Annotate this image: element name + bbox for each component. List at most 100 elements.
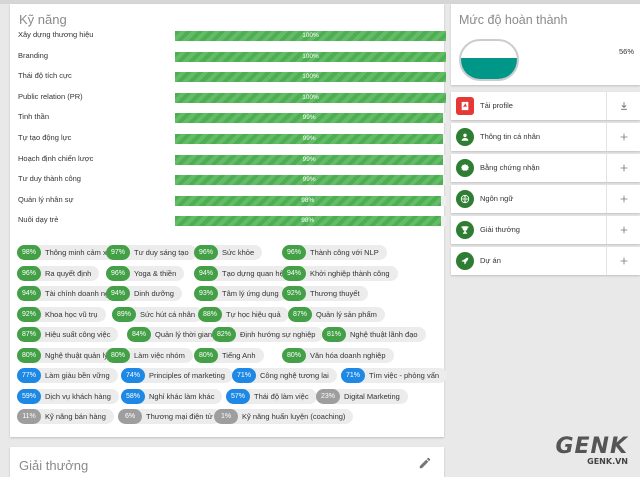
skill-chip[interactable]: 94% Khởi nghiệp thành công — [282, 265, 398, 281]
skill-chip-percent: 80% — [282, 347, 306, 363]
skill-chip-percent: 96% — [17, 265, 41, 281]
skill-chip[interactable]: 87% Quản lý sản phẩm — [288, 306, 385, 322]
skill-chip[interactable]: 80% Văn hóa doanh nghiệp — [282, 347, 394, 363]
plus-icon[interactable] — [607, 247, 640, 275]
skill-bar-label: Nuôi dạy trẻ — [18, 215, 59, 225]
skill-chip[interactable]: 84% Quản lý thời gian — [127, 327, 221, 342]
skill-bar-fill: 100% — [175, 31, 446, 41]
chip-row: 11% Kỹ năng bán hàng 6% Thương mại điện tử 1… — [17, 408, 443, 429]
skill-bar-value: 100% — [302, 93, 319, 101]
skill-bar-label: Quản lý nhân sự — [18, 194, 74, 204]
skill-bar-value: 98% — [301, 217, 315, 225]
skill-chip-label: Tự học hiệu quả — [226, 309, 281, 319]
skill-chip-label: Hiệu suất công việc — [45, 330, 111, 339]
skill-chip-label: Thành công với NLP — [310, 248, 379, 257]
skill-chip-percent: 71% — [341, 368, 365, 383]
skill-chip[interactable]: 80% Làm việc nhóm — [106, 347, 193, 363]
side-menu-item[interactable]: Bằng chứng nhận — [451, 154, 640, 182]
skill-chips: 98% Thông minh cảm xúc 97% Tư duy sáng tạo 9… — [17, 244, 448, 429]
pencil-icon[interactable] — [418, 456, 432, 470]
skill-chip[interactable]: 93% Tâm lý ứng dụng — [194, 286, 287, 301]
skill-chip[interactable]: 82% Định hướng sự nghiệp — [212, 327, 324, 342]
skill-chip[interactable]: 96% Ra quyết định — [17, 265, 100, 281]
skill-chip[interactable]: 94% Tạo dựng quan hệ — [194, 265, 292, 281]
side-menu-item[interactable]: Tải profile — [451, 92, 640, 120]
chip-row: 94% Tài chính doanh nghiệp 94% Dinh dưỡng 93… — [17, 285, 443, 306]
skill-chip[interactable]: 74% Principles of marketing — [121, 368, 233, 383]
plus-icon[interactable] — [607, 185, 640, 213]
rocket-icon — [456, 252, 474, 270]
skill-chip[interactable]: 89% Sức hút cá nhân — [112, 306, 204, 322]
skill-chip[interactable]: 57% Thái độ làm việc — [226, 388, 317, 404]
skill-chip[interactable]: 97% Tư duy sáng tạo — [106, 245, 197, 260]
skill-chip[interactable]: 80% Tiếng Anh — [194, 347, 264, 363]
skill-chip-label: Tâm lý ứng dụng — [222, 289, 279, 298]
skill-bar-fill: 98% — [175, 216, 441, 227]
skill-chip[interactable]: 92% Thương thuyết — [282, 286, 368, 301]
skill-bar-label: Thái độ tích cực — [18, 71, 72, 81]
chip-row: 98% Thông minh cảm xúc 97% Tư duy sáng tạo 9… — [17, 244, 443, 265]
skill-chip-label: Công nghệ tương lai — [260, 371, 329, 380]
completion-percent: 56% — [618, 47, 634, 56]
skill-chip[interactable]: 96% Thành công với NLP — [282, 245, 387, 260]
skill-chip[interactable]: 59% Dịch vụ khách hàng — [17, 388, 119, 404]
side-menu-label: Ngôn ngữ — [480, 194, 514, 203]
skill-chip[interactable]: 80% Nghệ thuật quản lý — [17, 347, 116, 363]
skill-bar-value: 100% — [302, 32, 319, 39]
skill-chip-label: Dinh dưỡng — [134, 289, 174, 298]
skill-chip[interactable]: 23% Digital Marketing — [316, 388, 408, 404]
skill-bar-track: 100% — [175, 31, 446, 41]
skill-chip[interactable]: 71% Công nghệ tương lai — [232, 368, 337, 383]
skill-chip-label: Kỹ năng huấn luyện (coaching) — [242, 412, 346, 421]
skill-bar-row: Nuôi dạy trẻ 98% — [18, 213, 446, 229]
side-menu-label: Dự án — [480, 256, 501, 265]
skill-chip-percent: 88% — [198, 306, 222, 322]
watermark-domain: GENK.VN — [587, 457, 628, 466]
skill-chip-label: Quản lý thời gian — [155, 330, 213, 339]
skill-bar-value: 100% — [302, 73, 319, 81]
skill-chip-label: Tìm việc - phỏng vấn — [369, 371, 440, 380]
plus-icon[interactable] — [607, 216, 640, 244]
skill-chip[interactable]: 88% Tự học hiệu quả — [198, 306, 289, 322]
skill-bar-row: Public relation (PR) 100% — [18, 90, 446, 106]
skill-bar-value: 99% — [302, 155, 316, 163]
skill-chip[interactable]: 96% Yoga & thiền — [106, 265, 185, 281]
skill-bar-value: 100% — [302, 52, 319, 60]
skill-chip[interactable]: 94% Dinh dưỡng — [106, 286, 182, 301]
skill-chip-percent: 87% — [288, 306, 312, 322]
skill-chip[interactable]: 6% Thương mại điện tử — [118, 409, 221, 424]
download-icon[interactable] — [607, 92, 640, 120]
skill-chip-percent: 82% — [212, 327, 236, 342]
skill-chip-label: Quản lý sản phẩm — [316, 309, 377, 319]
skill-chip-percent: 81% — [322, 327, 346, 342]
plus-icon[interactable] — [607, 123, 640, 151]
skill-chip[interactable]: 11% Kỹ năng bán hàng — [17, 409, 114, 424]
side-menu-item[interactable]: Ngôn ngữ — [451, 185, 640, 213]
skill-bar-fill: 99% — [175, 134, 444, 144]
plus-icon[interactable] — [607, 154, 640, 182]
skill-bar-fill: 99% — [175, 154, 444, 165]
skill-chip[interactable]: 1% Kỹ năng huấn luyện (coaching) — [214, 409, 354, 424]
chip-row: 77% Làm giàu bền vững 74% Principles of mar… — [17, 367, 448, 388]
side-menu-label: Thông tin cá nhân — [480, 132, 541, 141]
side-menu-item[interactable]: Thông tin cá nhân — [451, 123, 640, 151]
skill-chip-percent: 94% — [194, 265, 218, 281]
skill-chip[interactable]: 96% Sức khỏe — [194, 245, 263, 260]
skill-chip[interactable]: 71% Tìm việc - phỏng vấn — [341, 368, 448, 383]
skill-bar-row: Tinh thần 99% — [18, 110, 446, 126]
skill-chip-label: Tạo dựng quan hệ — [222, 268, 284, 278]
side-menu-item[interactable]: Dự án — [451, 247, 640, 275]
skill-chip-percent: 6% — [118, 409, 142, 424]
skill-chip-percent: 57% — [226, 388, 250, 404]
globe-icon — [456, 190, 474, 208]
skill-chip-label: Sức hút cá nhân — [140, 309, 196, 319]
skill-chip[interactable]: 81% Nghệ thuật lãnh đạo — [322, 327, 426, 342]
completion-title: Mức độ hoàn thành — [459, 13, 568, 27]
side-menu-item[interactable]: Giải thưởng — [451, 216, 640, 244]
skill-chip[interactable]: 92% Khoa học vũ trụ — [17, 306, 106, 322]
skill-chip[interactable]: 77% Làm giàu bền vững — [17, 368, 118, 383]
skill-chip[interactable]: 58% Nghỉ khác làm khác — [121, 388, 223, 404]
skill-chip[interactable]: 87% Hiệu suất công việc — [17, 327, 119, 342]
skill-chip-label: Khởi nghiệp thành công — [310, 268, 390, 278]
skill-bar-label: Tư duy thành công — [18, 174, 81, 184]
